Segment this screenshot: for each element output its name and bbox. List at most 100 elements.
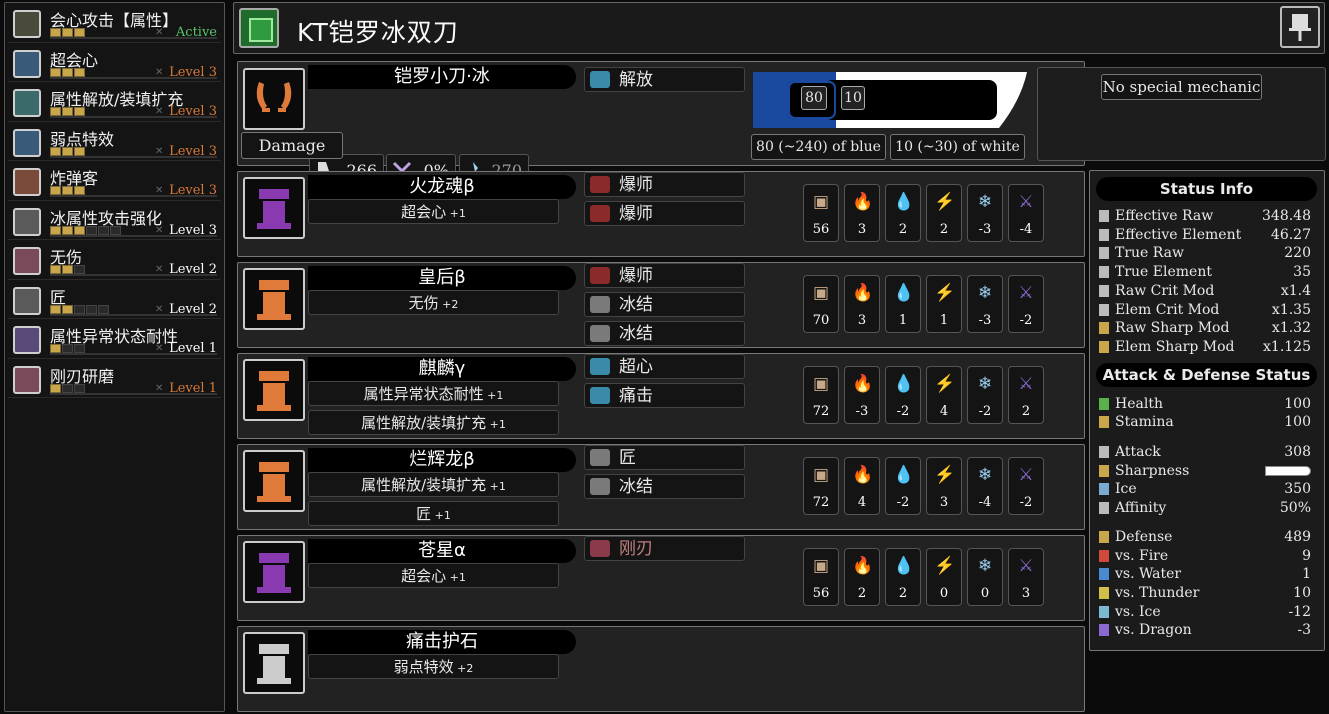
fire-icon: 🔥 xyxy=(852,283,874,303)
skill-item[interactable]: 无伤 ✕ Level 2 xyxy=(8,241,221,280)
resistance-cell: ⚡ 2 xyxy=(926,184,962,242)
stat-row: Effective Element 46.27 xyxy=(1096,226,1317,244)
skill-item[interactable]: 属性解放/装填扩充 ✕ Level 3 xyxy=(8,83,221,122)
stat-label: vs. Water xyxy=(1115,566,1182,583)
skill-item[interactable]: 超会心 ✕ Level 3 xyxy=(8,44,221,82)
decoration-gem-icon xyxy=(590,176,610,193)
decoration-slot[interactable]: 冰结 xyxy=(584,321,745,346)
skill-level-pips xyxy=(50,225,121,235)
resistance-value: 72 xyxy=(812,404,830,419)
resistance-cell: ⚔ 2 xyxy=(1008,366,1044,424)
armor-piece-icon xyxy=(243,359,305,421)
decoration-slot[interactable]: 超心 xyxy=(584,354,745,379)
resistance-value: 3 xyxy=(857,222,867,237)
skill-divider xyxy=(50,353,217,355)
decoration-gem-icon xyxy=(590,267,610,284)
resistance-cell: ⚔ 3 xyxy=(1008,548,1044,606)
skill-sidebar: 会心攻击【属性】 ✕ Active 超会心 ✕ Level 3 属性解放/装填扩充 ✕ Leve… xyxy=(4,2,225,712)
resistance-cell: 💧 -2 xyxy=(885,366,921,424)
decoration-slot[interactable]: 痛击 xyxy=(584,383,745,408)
decoration-name: 冰结 xyxy=(619,477,653,497)
pin-button[interactable] xyxy=(1280,6,1320,48)
defense-icon: ▣ xyxy=(812,465,830,485)
resistance-cell: ▣ 72 xyxy=(803,457,839,515)
level-pip xyxy=(62,344,73,353)
skill-level-pips xyxy=(50,265,85,274)
armor-skill-level: +1 xyxy=(486,480,506,493)
level-pip xyxy=(50,383,61,393)
ice-icon: ❄ xyxy=(977,465,993,485)
stat-label: Ice xyxy=(1115,481,1137,498)
decoration-name: 冰结 xyxy=(619,295,653,315)
ice-icon: ❄ xyxy=(977,192,993,212)
decoration-slot[interactable]: 刚刃 xyxy=(584,536,745,561)
decoration-slot[interactable]: 爆师 xyxy=(584,172,745,197)
decoration-slot[interactable]: 匠 xyxy=(584,445,745,470)
decoration-slot[interactable]: 冰结 xyxy=(584,292,745,317)
mechanic-box: No special mechanic xyxy=(1037,67,1326,161)
resistance-value: 2 xyxy=(898,586,908,601)
resistance-value: -4 xyxy=(978,495,992,510)
stat-icon xyxy=(1099,624,1109,637)
stat-row: Attack 308 xyxy=(1096,443,1317,461)
sharpness-white-label: 10 (~30) of white xyxy=(890,134,1025,160)
dragon-icon: ⚔ xyxy=(1018,465,1034,485)
decoration-slot[interactable]: 冰结 xyxy=(584,474,745,499)
thunder-icon: ⚡ xyxy=(934,556,956,576)
level-pip xyxy=(50,344,61,353)
resistance-value: -2 xyxy=(896,495,910,510)
stat-icon xyxy=(1099,464,1109,477)
resistance-value: 56 xyxy=(812,222,830,237)
skill-level-pips xyxy=(50,107,85,116)
stat-icon xyxy=(1099,210,1109,222)
skill-item[interactable]: 会心攻击【属性】 ✕ Active xyxy=(8,4,221,43)
stat-row: True Element 35 xyxy=(1096,263,1317,281)
sharpness-mini-bar xyxy=(1265,465,1311,476)
sharpness-blue-label: 80 (~240) of blue xyxy=(751,134,886,160)
armor-skill: 属性解放/装填扩充 +1 xyxy=(308,410,559,435)
defense-icon: ▣ xyxy=(812,283,830,303)
level-pip xyxy=(86,304,97,314)
armor-skill: 超会心 +1 xyxy=(308,563,559,588)
skill-level-pips xyxy=(50,67,85,77)
thunder-icon: ⚡ xyxy=(934,283,956,303)
stat-label: Defense xyxy=(1115,528,1173,545)
resistance-cell: ▣ 70 xyxy=(803,275,839,333)
armor-skill-level: +1 xyxy=(483,389,504,402)
skill-item[interactable]: 弱点特效 ✕ Level 3 xyxy=(8,123,221,161)
ice-icon: ❄ xyxy=(977,283,993,303)
stat-value: 350 xyxy=(1284,481,1311,498)
resistance-value: -3 xyxy=(855,404,869,419)
skill-item[interactable]: 属性异常状态耐性 ✕ Level 1 xyxy=(8,320,221,359)
stat-icon xyxy=(1099,284,1109,297)
stat-row: Elem Crit Mod x1.35 xyxy=(1096,301,1317,319)
decoration-slot[interactable]: 爆师 xyxy=(584,201,745,226)
stat-label: Health xyxy=(1115,395,1163,412)
decoration-gem-icon xyxy=(590,325,610,342)
resistance-value: 72 xyxy=(812,495,830,510)
skill-item[interactable]: 匠 ✕ Level 2 xyxy=(8,281,221,319)
level-pip xyxy=(50,146,61,156)
skill-level-pips xyxy=(50,186,85,195)
armor-name: 麒麟γ xyxy=(308,357,576,381)
resistance-cell: ⚔ -4 xyxy=(1008,184,1044,242)
armor-panel: 麒麟γ 属性异常状态耐性 +1 属性解放/装填扩充 +1 超心 痛击 ▣ 72 🔥 -3 💧 -2 ⚡… xyxy=(237,353,1085,439)
stat-label: Effective Raw xyxy=(1115,208,1214,224)
skill-item[interactable]: 冰属性攻击强化 ✕ Level 3 xyxy=(8,202,221,240)
resistance-value: 4 xyxy=(857,495,867,510)
edit-icon[interactable] xyxy=(239,8,279,48)
decoration-slot[interactable]: 爆师 xyxy=(584,263,745,288)
armor-piece-icon xyxy=(243,541,305,603)
resistance-value: 56 xyxy=(812,586,830,601)
skill-item[interactable]: 刚刃研磨 ✕ Level 1 xyxy=(8,360,221,398)
armor-name: 火龙魂β xyxy=(308,175,576,199)
skill-item[interactable]: 炸弹客 ✕ Level 3 xyxy=(8,162,221,201)
resistance-cell: 🔥 -3 xyxy=(844,366,880,424)
decoration-gem-icon xyxy=(590,478,610,495)
armor-skill: 属性解放/装填扩充 +1 xyxy=(308,472,559,497)
stat-icon xyxy=(1099,266,1109,279)
resistance-value: 2 xyxy=(1021,404,1031,419)
decoration-gem-icon xyxy=(590,387,610,404)
water-icon: 💧 xyxy=(893,556,915,576)
weapon-decoration[interactable]: 解放 xyxy=(584,67,745,92)
